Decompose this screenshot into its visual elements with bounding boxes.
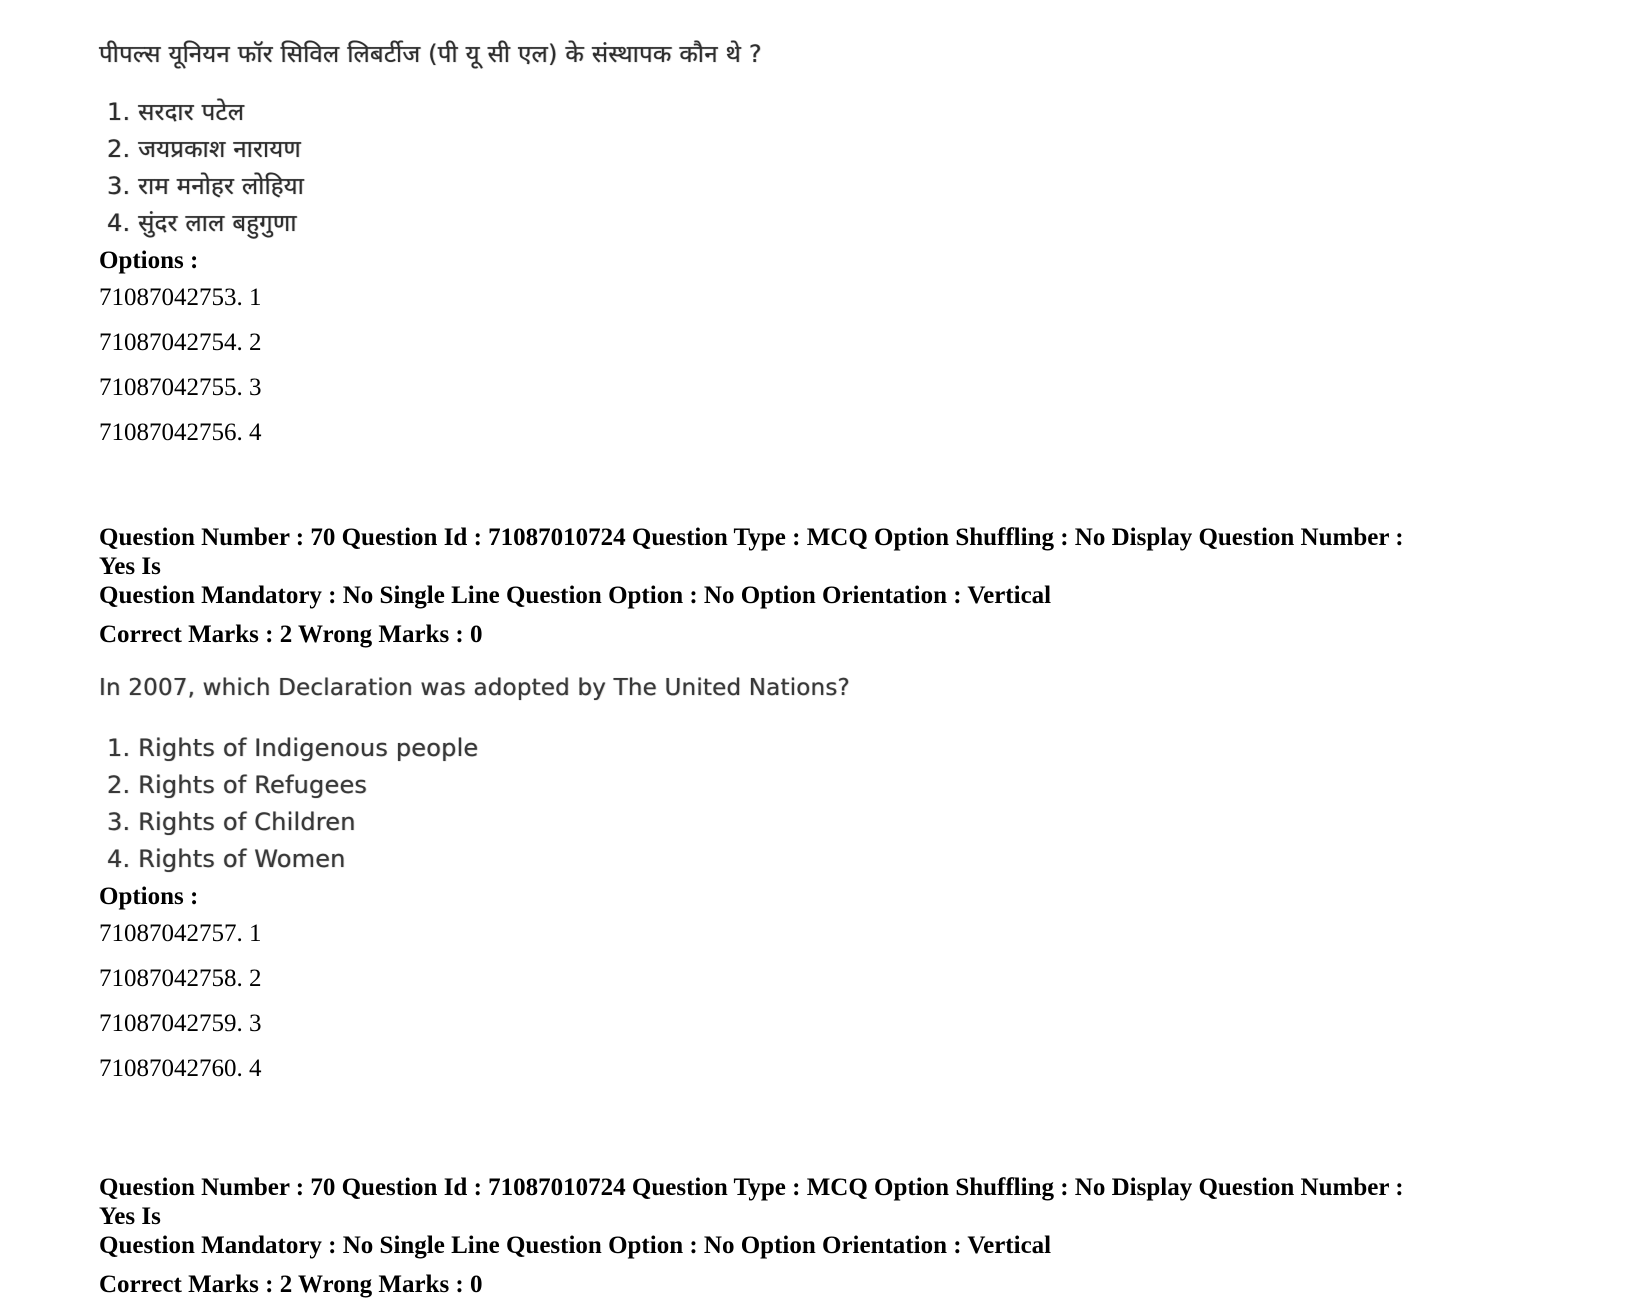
option-id-row: 71087042756. 4 xyxy=(99,419,262,446)
choice-item: 1. Rights of Indigenous people xyxy=(107,734,479,762)
choice-item: 3. Rights of Children xyxy=(107,808,356,836)
question-text-hindi-wrapper: पीपल्स यूनियन फॉर सिविल लिबर्टीज (पी यू … xyxy=(99,42,1429,66)
choice-item: 4. Rights of Women xyxy=(107,845,346,873)
option-id-row: 71087042757. 1 xyxy=(99,920,262,947)
document-page: पीपल्स यूनियन फॉर सिविल लिबर्टीज (पी यू … xyxy=(0,0,1650,1297)
option-id-row: 71087042758. 2 xyxy=(99,965,262,992)
question-text-english-wrapper: In 2007, which Declaration was adopted b… xyxy=(99,677,1429,700)
choice-item: 2. Rights of Refugees xyxy=(107,771,368,799)
choice-item: 4. सुंदर लाल बहुगुणा xyxy=(107,209,297,237)
choice-list-hindi: 1. सरदार पटेल 2. जयप्रकाश नारायण 3. राम … xyxy=(99,100,1429,235)
option-id-list: 71087042753. 1 71087042754. 2 7108704275… xyxy=(99,285,1429,445)
question-block-hindi: पीपल्स यूनियन फॉर सिविल लिबर्टीज (पी यू … xyxy=(99,42,1429,445)
option-id-row: 71087042753. 1 xyxy=(99,284,262,311)
metadata-line-2: Question Mandatory : No Single Line Ques… xyxy=(99,1232,1052,1259)
option-id-list: 71087042757. 1 71087042758. 2 7108704275… xyxy=(99,921,1429,1081)
metadata-line-2: Question Mandatory : No Single Line Ques… xyxy=(99,582,1052,609)
question-metadata-block: Question Number : 70 Question Id : 71087… xyxy=(99,523,1429,610)
metadata-line-1: Question Number : 70 Question Id : 71087… xyxy=(99,1174,1404,1230)
choice-item: 3. राम मनोहर लोहिया xyxy=(107,172,305,200)
option-id-row: 71087042754. 2 xyxy=(99,329,262,356)
options-label: Options : xyxy=(99,883,199,910)
choice-list-english: 1. Rights of Indigenous people 2. Rights… xyxy=(99,736,1429,871)
option-id-row: 71087042755. 3 xyxy=(99,374,262,401)
metadata-line-1: Question Number : 70 Question Id : 71087… xyxy=(99,524,1404,580)
choice-item: 1. सरदार पटेल xyxy=(107,98,245,126)
marks-line: Correct Marks : 2 Wrong Marks : 0 xyxy=(99,621,483,648)
option-id-row: 71087042760. 4 xyxy=(99,1055,262,1082)
choice-item: 2. जयप्रकाश नारायण xyxy=(107,135,301,163)
question-text-hindi: पीपल्स यूनियन फॉर सिविल लिबर्टीज (पी यू … xyxy=(99,40,762,68)
marks-line: Correct Marks : 2 Wrong Marks : 0 xyxy=(99,1271,483,1298)
page-content: पीपल्स यूनियन फॉर सिविल लिबर्टीज (पी यू … xyxy=(99,42,1429,1297)
question-block-english: In 2007, which Declaration was adopted b… xyxy=(99,677,1429,1082)
question-text-english: In 2007, which Declaration was adopted b… xyxy=(99,675,850,701)
option-id-row: 71087042759. 3 xyxy=(99,1010,262,1037)
options-label: Options : xyxy=(99,247,199,274)
question-metadata-block: Question Number : 70 Question Id : 71087… xyxy=(99,1173,1429,1260)
